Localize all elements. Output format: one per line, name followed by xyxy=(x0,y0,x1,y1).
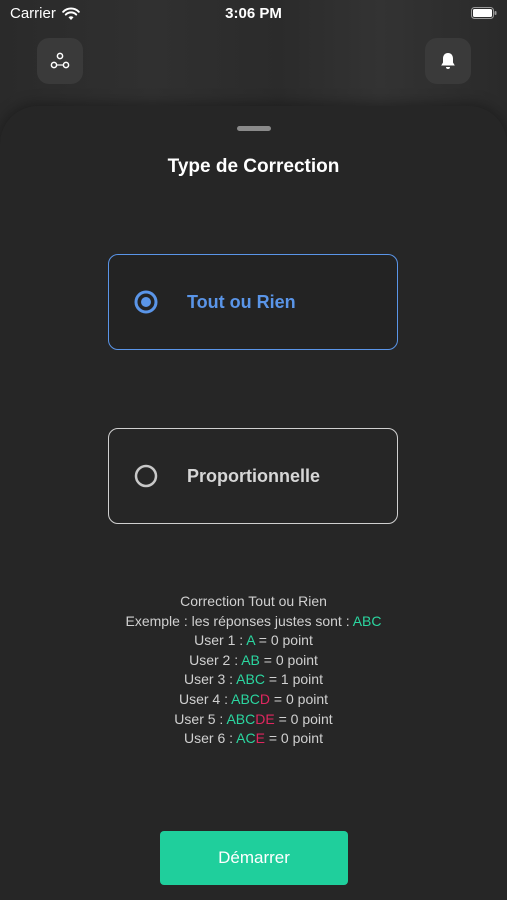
user-wrong: DE xyxy=(255,710,275,727)
user-label: User 5 : xyxy=(174,710,227,727)
option-label: Proportionnelle xyxy=(187,465,321,486)
bell-icon xyxy=(441,53,455,69)
network-icon xyxy=(50,52,70,69)
correction-explanation: Correction Tout ou Rien Exemple : les ré… xyxy=(0,592,507,749)
user-correct: ABC xyxy=(231,690,260,707)
user-correct: ABC xyxy=(226,710,256,727)
user-score: = 0 point xyxy=(254,632,313,649)
user-line: User 2 : AB = 0 point xyxy=(0,651,507,671)
clock: 3:06 PM xyxy=(225,5,282,22)
sheet-drag-handle[interactable] xyxy=(237,126,271,131)
battery-icon xyxy=(471,7,497,19)
user-label: User 1 : xyxy=(194,632,247,649)
start-button[interactable]: Démarrer xyxy=(160,831,348,885)
correct-answers: ABC xyxy=(352,612,382,629)
user-line: User 4 : ABCD = 0 point xyxy=(0,690,507,710)
sheet-title: Type de Correction xyxy=(167,156,340,177)
user-score: = 0 point xyxy=(270,690,329,707)
user-correct: A xyxy=(246,632,255,649)
radio-selected-icon xyxy=(134,290,158,314)
explanation-example: Exemple : les réponses justes sont : ABC xyxy=(0,612,507,632)
user-score: = 0 point xyxy=(264,730,323,747)
user-score: = 1 point xyxy=(264,671,323,688)
user-label: User 2 : xyxy=(189,651,242,668)
option-label: Tout ou Rien xyxy=(187,291,296,312)
app-screen: Carrier 3:06 PM Type de Correction Tout … xyxy=(0,0,507,900)
radio-unselected-icon xyxy=(134,464,158,488)
user-label: User 6 : xyxy=(184,730,237,747)
user-correct: AC xyxy=(236,730,256,747)
user-score: = 0 point xyxy=(274,710,333,727)
user-line: User 5 : ABCDE = 0 point xyxy=(0,710,507,730)
user-correct: AB xyxy=(241,651,260,668)
example-text: Exemple : les réponses justes sont : xyxy=(125,612,353,629)
option-proportionnelle[interactable]: Proportionnelle xyxy=(108,428,398,524)
option-tout-ou-rien[interactable]: Tout ou Rien xyxy=(108,254,398,350)
user-label: User 3 : xyxy=(184,671,237,688)
explanation-heading: Correction Tout ou Rien xyxy=(180,593,327,609)
user-score: = 0 point xyxy=(259,651,318,668)
user-wrong: D xyxy=(259,690,271,707)
notifications-button[interactable] xyxy=(425,38,471,84)
user-label: User 4 : xyxy=(178,690,232,707)
user-line: User 6 : ACE = 0 point xyxy=(0,729,507,749)
user-correct: ABC xyxy=(236,671,265,688)
user-line: User 3 : ABC = 1 point xyxy=(0,670,507,690)
status-bar: Carrier 3:06 PM xyxy=(0,0,507,28)
network-button[interactable] xyxy=(37,38,83,84)
correction-type-sheet: Type de Correction Tout ou Rien Proporti… xyxy=(0,106,507,900)
user-wrong: E xyxy=(255,730,265,747)
user-line: User 1 : A = 0 point xyxy=(0,631,507,651)
